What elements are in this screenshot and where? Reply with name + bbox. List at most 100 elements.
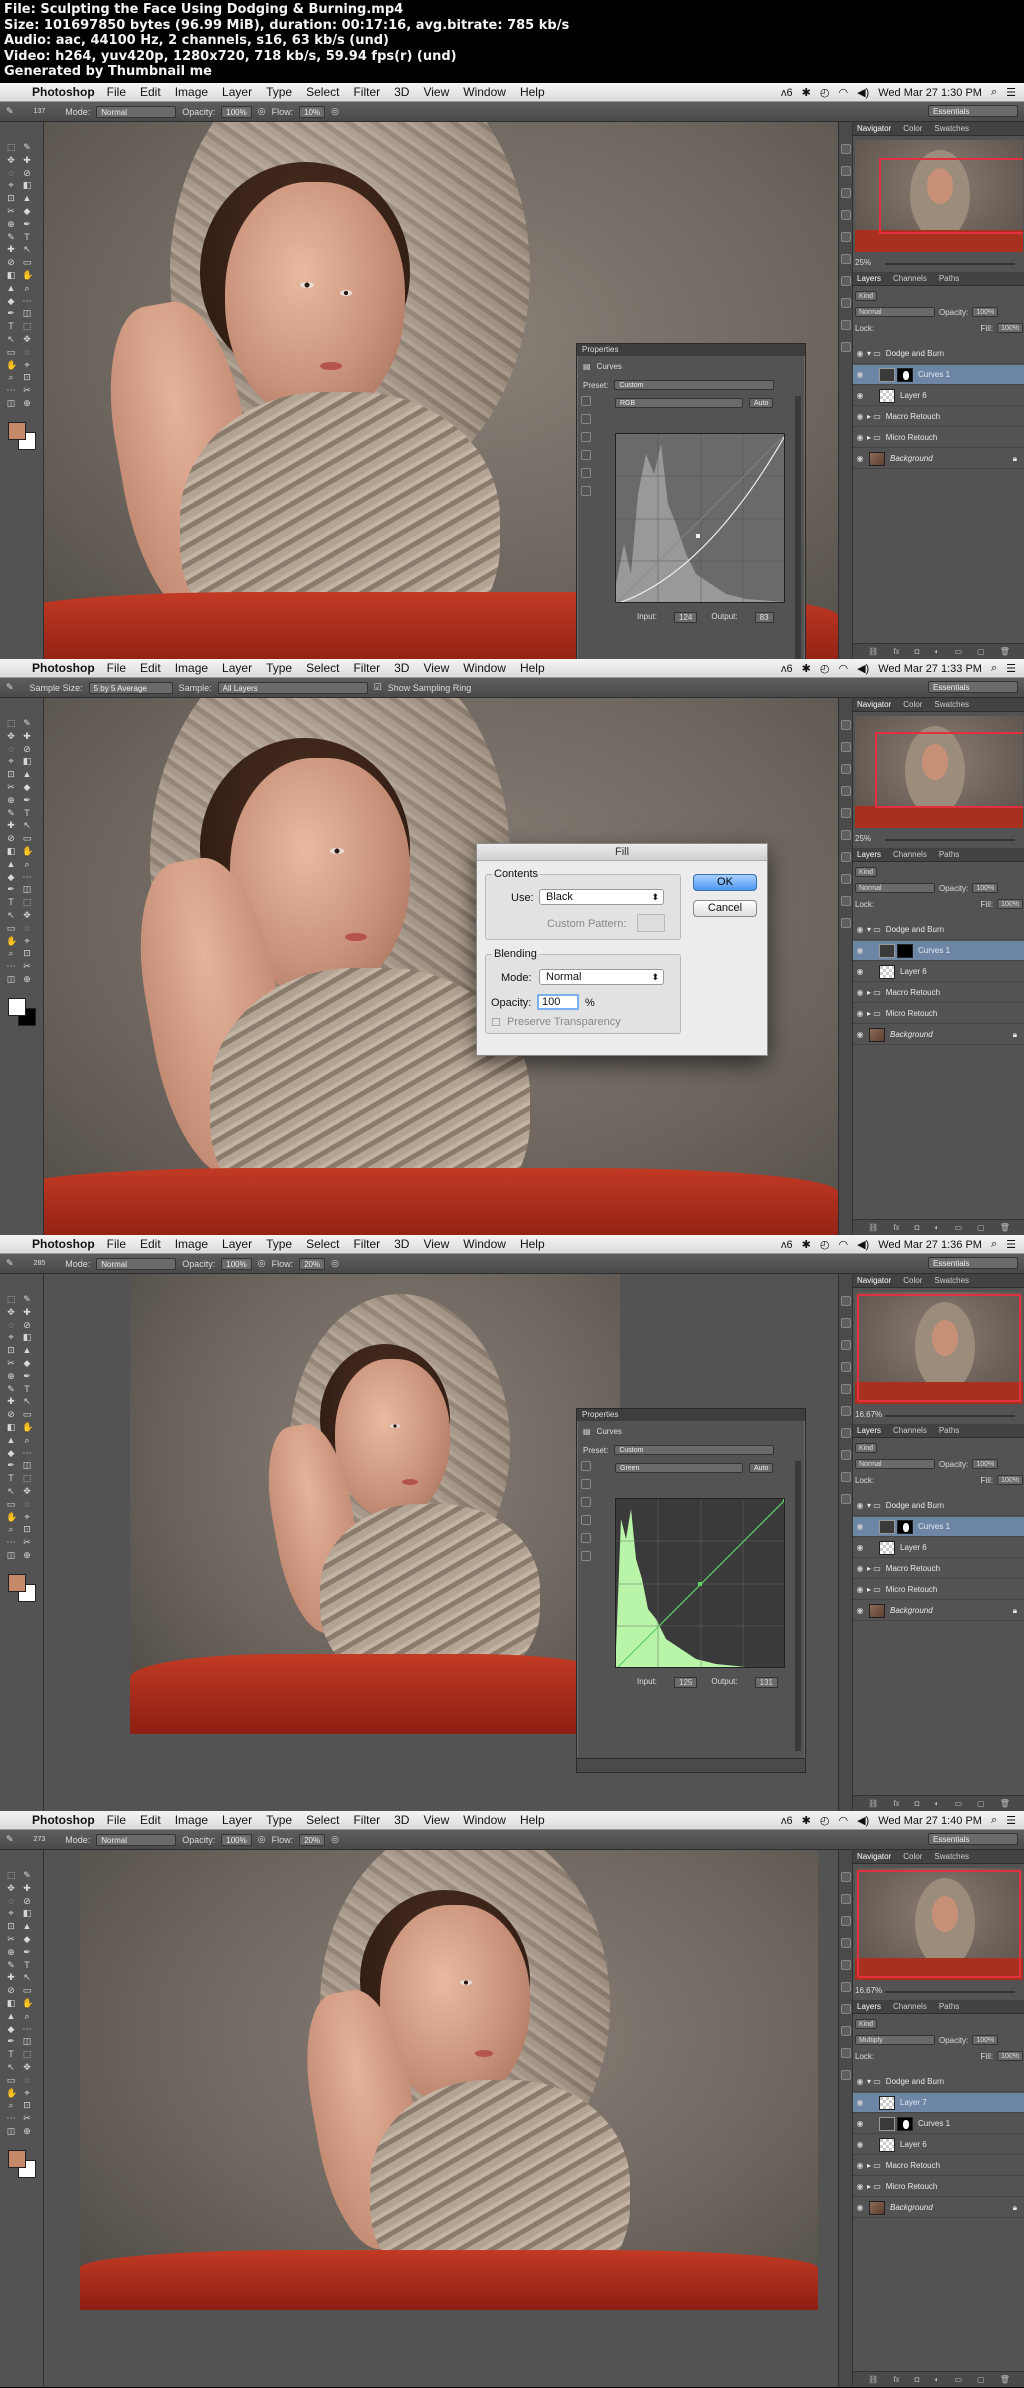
styles-icon[interactable] — [841, 320, 851, 330]
quick-select-icon[interactable]: ⌖ — [6, 1332, 16, 1342]
history-brush-icon[interactable]: ◧ — [6, 270, 16, 280]
eraser-icon[interactable]: ▲ — [6, 2011, 16, 2021]
type-icon[interactable]: T — [6, 1473, 16, 1483]
layer-row[interactable]: ◉ ▾ ▭ Dodge and Burn — [853, 344, 1024, 364]
folder-icon[interactable]: ▭ — [954, 1223, 962, 1232]
zoom-icon[interactable]: ⌕ — [22, 283, 32, 293]
menu-type[interactable]: Type — [266, 1813, 292, 1827]
pressure-opacity-icon[interactable]: ◎ — [258, 1258, 266, 1269]
layer-row[interactable]: ◉ Layer 6 — [853, 386, 1024, 406]
layer-row[interactable]: ◉ ▸ ▭ Macro Retouch — [853, 1559, 1024, 1579]
adjustments-icon[interactable] — [841, 874, 851, 884]
adjustment-icon[interactable]: ◐ — [935, 2375, 940, 2384]
navigator-preview[interactable] — [855, 716, 1023, 828]
notification-icon[interactable]: ☰ — [1006, 1814, 1016, 1827]
menu-help[interactable]: Help — [520, 661, 545, 675]
flow-field[interactable]: 10% — [299, 105, 326, 118]
folder-icon[interactable]: ▭ — [954, 1799, 962, 1808]
zoom-slider[interactable] — [885, 1991, 1015, 1993]
menu-window[interactable]: Window — [463, 1237, 506, 1251]
menu-3d[interactable]: 3D — [394, 1813, 409, 1827]
marquee-icon[interactable]: ⬚ — [22, 897, 32, 907]
visibility-icon[interactable]: ◉ — [853, 925, 867, 934]
group-disclosure-icon[interactable]: ▾ ▭ — [867, 1501, 881, 1510]
curve-point-icon[interactable] — [581, 468, 591, 478]
lasso-icon[interactable]: ◌ — [6, 168, 16, 178]
stamp-icon[interactable]: ⊘ — [6, 1409, 16, 1419]
history-icon[interactable] — [841, 144, 851, 154]
foreground-color-swatch[interactable] — [8, 998, 26, 1016]
paragraph-icon[interactable] — [841, 210, 851, 220]
healing-icon[interactable]: ✚ — [22, 1307, 32, 1317]
flow-field[interactable]: 20% — [299, 1833, 326, 1846]
eraser-icon[interactable]: ▲ — [6, 283, 16, 293]
document-canvas[interactable] — [44, 1850, 838, 2387]
brush-preset-icon[interactable] — [841, 1384, 851, 1394]
type-icon[interactable]: T — [22, 1384, 32, 1394]
tool-presets-icon[interactable] — [841, 2070, 851, 2080]
paragraph-icon[interactable] — [841, 1938, 851, 1948]
menu-filter[interactable]: Filter — [353, 85, 380, 99]
adobe-icon[interactable]: ᴧ6 — [781, 1815, 793, 1827]
airbrush-icon[interactable]: ◎ — [331, 1258, 339, 1269]
tab-color[interactable]: Color — [903, 124, 922, 133]
opacity-input[interactable]: 100 — [537, 994, 579, 1010]
extras-icon[interactable]: ⋯ — [22, 2024, 32, 2034]
group-disclosure-icon[interactable]: ▸ ▭ — [867, 1585, 881, 1594]
eraser-icon[interactable]: ▲ — [22, 769, 32, 779]
brush-tool-icon[interactable]: ✎ — [6, 1258, 14, 1269]
history-brush-icon[interactable]: ◧ — [22, 1908, 32, 1918]
wifi-icon[interactable]: ◠ — [838, 662, 848, 675]
blend-mode-dropdown[interactable]: Normal — [855, 1459, 935, 1469]
menu-select[interactable]: Select — [306, 1237, 339, 1251]
spotlight-icon[interactable]: ⌕ — [991, 86, 997, 99]
slice-icon[interactable]: ✂ — [22, 1537, 32, 1547]
layer-row[interactable]: ◉ ▸ ▭ Micro Retouch — [853, 1004, 1024, 1024]
pen-icon[interactable]: ✒ — [22, 219, 32, 229]
visibility-icon[interactable]: ◉ — [853, 2140, 867, 2149]
tab-paths[interactable]: Paths — [939, 274, 959, 283]
properties-icon[interactable] — [841, 1982, 851, 1992]
eraser-icon[interactable]: ▲ — [22, 193, 32, 203]
layer-row[interactable]: ◉ Layer 6 — [853, 1538, 1024, 1558]
quick-select-icon[interactable]: ⌖ — [6, 180, 16, 190]
group-disclosure-icon[interactable]: ▸ ▭ — [867, 433, 881, 442]
visibility-icon[interactable]: ◉ — [853, 2098, 867, 2107]
mask-icon[interactable]: ◘ — [915, 1223, 920, 1232]
trash-icon[interactable]: 🗑︎ — [1000, 647, 1010, 656]
actions-icon[interactable] — [841, 1318, 851, 1328]
move-icon[interactable]: ✥ — [6, 1883, 16, 1893]
menu-3d[interactable]: 3D — [394, 85, 409, 99]
layer-row[interactable]: ◉ ▸ ▭ Macro Retouch — [853, 407, 1024, 427]
zoom-level[interactable]: 25% — [855, 834, 871, 843]
kind-filter[interactable]: Kind — [855, 291, 878, 301]
eraser-icon[interactable]: ▲ — [6, 859, 16, 869]
mask-icon[interactable]: ◘ — [915, 647, 920, 656]
auto-button[interactable]: Auto — [749, 398, 774, 408]
preset-dropdown[interactable]: Custom — [614, 1445, 775, 1455]
curves-graph[interactable] — [615, 1498, 785, 1668]
zoom-level[interactable]: 16.67% — [855, 1986, 882, 1995]
bluetooth-icon[interactable]: ✱ — [802, 1238, 811, 1251]
pressure-opacity-icon[interactable]: ◎ — [258, 106, 266, 117]
styles-icon[interactable] — [841, 1472, 851, 1482]
quick-mask-icon[interactable]: ◫ — [22, 2036, 32, 2046]
eyedropper-white-icon[interactable] — [581, 1515, 591, 1525]
gradient-icon[interactable]: ◆ — [6, 1448, 16, 1458]
channel-dropdown[interactable]: Green — [615, 1463, 743, 1473]
fx-icon[interactable]: fx — [893, 647, 899, 656]
visibility-icon[interactable]: ◉ — [853, 988, 867, 997]
type-icon[interactable]: T — [6, 2049, 16, 2059]
path-select-icon[interactable]: ↖ — [22, 1396, 32, 1406]
foreground-color-swatch[interactable] — [8, 1574, 26, 1592]
brush-preset-icon[interactable] — [841, 232, 851, 242]
zoom-level[interactable]: 16.67% — [855, 1410, 882, 1419]
layer-row[interactable]: ◉ Layer 6 — [853, 2135, 1024, 2155]
move-icon[interactable]: ✥ — [22, 334, 32, 344]
gradient-icon[interactable]: ◆ — [22, 782, 32, 792]
layer-row[interactable]: ◉ ▾ ▭ Dodge and Burn — [853, 2072, 1024, 2092]
menu-edit[interactable]: Edit — [140, 661, 161, 675]
menu-filter[interactable]: Filter — [353, 1813, 380, 1827]
history-icon[interactable] — [841, 1296, 851, 1306]
auto-button[interactable]: Auto — [749, 1463, 774, 1473]
